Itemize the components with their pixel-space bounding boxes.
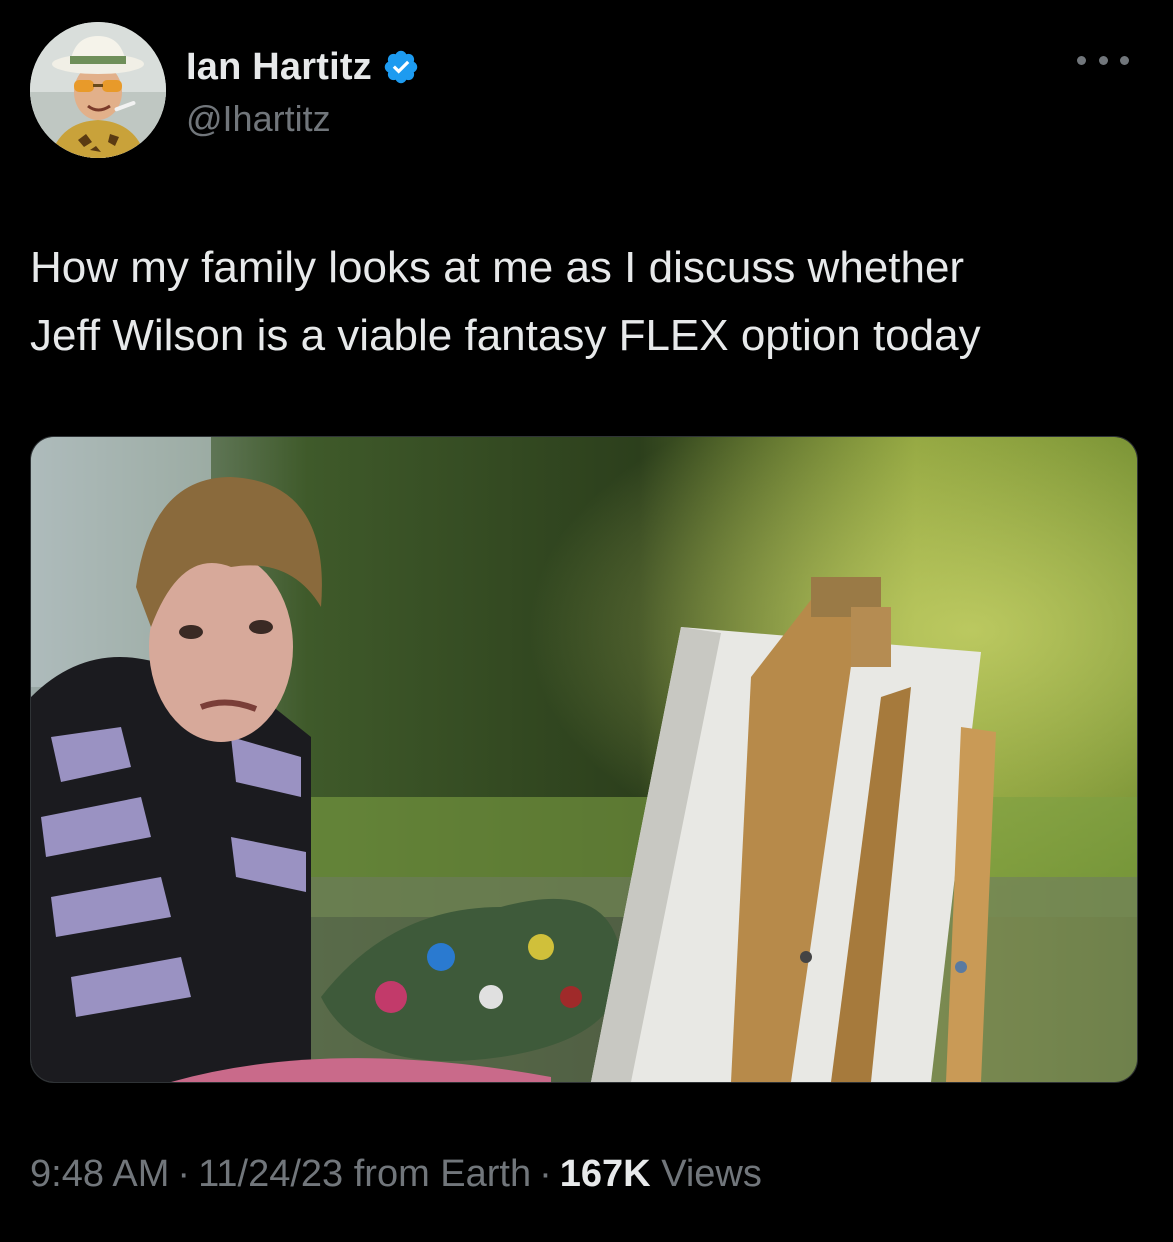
tweet-date-source[interactable]: 11/24/23 from Earth [198,1153,531,1195]
tweet-time[interactable]: 9:48 AM [30,1153,169,1195]
tweet-meta: 9:48 AM · 11/24/23 from Earth · 167K Views [30,1153,762,1196]
tweet-text-line: Jeff Wilson is a viable fantasy FLEX opt… [30,311,981,360]
avatar[interactable] [30,22,166,158]
verified-badge-icon[interactable] [382,48,420,86]
meta-separator: · [539,1153,552,1195]
tweet-media[interactable] [30,436,1138,1083]
tweet-text-line: How my family looks at me as I discuss w… [30,243,965,292]
views-count[interactable]: 167K [560,1153,651,1195]
views-label: Views [661,1153,762,1195]
attached-photo-icon [31,437,1137,1082]
tweet-header: Ian Hartitz @Ihartitz [30,22,1145,158]
profile-photo-icon [30,22,166,158]
author-name-row: Ian Hartitz [186,42,420,92]
tweet-text: How my family looks at me as I discuss w… [30,234,1140,370]
more-options-icon[interactable] [1077,50,1129,70]
author-handle[interactable]: @Ihartitz [186,98,331,140]
author-display-name[interactable]: Ian Hartitz [186,46,372,89]
meta-separator: · [177,1153,191,1195]
